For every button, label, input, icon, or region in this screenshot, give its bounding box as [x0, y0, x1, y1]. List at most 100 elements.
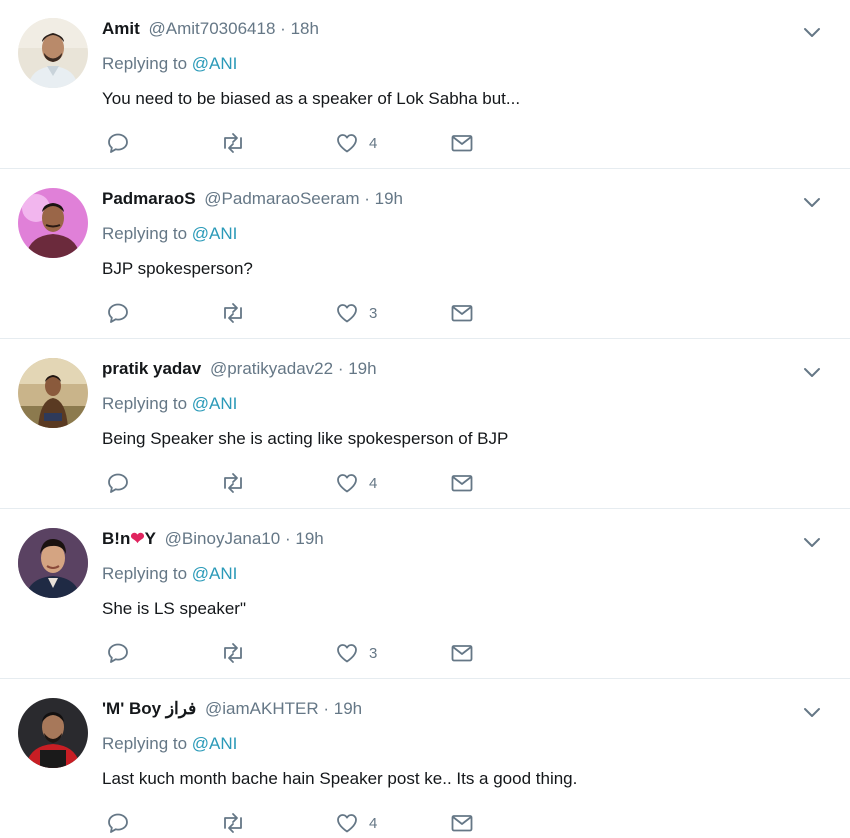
tweet-actions: 4	[0, 130, 850, 158]
separator-dot: ·	[364, 189, 370, 208]
tweet[interactable]: 'M' Boy فراز @iamAKHTER · 19h Replying t…	[0, 680, 850, 836]
retweet-button[interactable]	[219, 130, 247, 156]
retweet-button[interactable]	[219, 810, 247, 836]
replying-to-label: Replying to	[102, 734, 188, 753]
replying-to-label: Replying to	[102, 564, 188, 583]
retweet-icon	[224, 643, 242, 663]
tweet-header: B!n❤Y @BinoyJana10 · 19h	[102, 528, 324, 550]
envelope-icon	[451, 475, 473, 492]
reply-button[interactable]	[106, 470, 130, 496]
chevron-down-icon[interactable]	[802, 532, 822, 552]
tweet-text: She is LS speaker"	[102, 599, 247, 618]
chevron-down-icon[interactable]	[802, 22, 822, 42]
retweet-icon	[224, 133, 242, 153]
timestamp[interactable]: 19h	[334, 699, 362, 718]
like-count: 3	[369, 304, 378, 322]
tweet-header: 'M' Boy فراز @iamAKHTER · 19h	[102, 698, 362, 720]
replying-to-label: Replying to	[102, 394, 188, 413]
chevron-down-icon[interactable]	[802, 192, 822, 212]
avatar[interactable]	[18, 188, 88, 258]
like-count: 4	[369, 134, 378, 152]
like-button[interactable]: 3	[335, 300, 377, 326]
user-handle[interactable]: @BinoyJana10	[165, 529, 281, 548]
display-name-suffix: Y	[144, 529, 156, 548]
user-handle[interactable]: @PadmaraoSeeram	[204, 189, 359, 208]
timestamp[interactable]: 19h	[375, 189, 403, 208]
mention-link[interactable]: @ANI	[192, 394, 238, 413]
separator-dot: ·	[280, 19, 286, 38]
reply-icon	[108, 813, 128, 833]
reply-button[interactable]	[106, 300, 130, 326]
tweet-text: Last kuch month bache hain Speaker post …	[102, 769, 578, 788]
like-button[interactable]: 4	[335, 130, 377, 156]
chevron-down-icon[interactable]	[802, 702, 822, 722]
mention-link[interactable]: @ANI	[192, 224, 238, 243]
display-name[interactable]: pratik yadav	[102, 359, 201, 378]
display-name[interactable]: B!n❤Y	[102, 529, 156, 548]
retweet-icon	[224, 473, 242, 493]
direct-message-button[interactable]	[450, 130, 474, 156]
avatar[interactable]	[18, 18, 88, 88]
display-name[interactable]: PadmaraoS	[102, 189, 196, 208]
retweet-button[interactable]	[219, 470, 247, 496]
tweet[interactable]: PadmaraoS @PadmaraoSeeram · 19h Replying…	[0, 170, 850, 339]
replying-to: Replying to @ANI	[102, 53, 237, 75]
mention-link[interactable]: @ANI	[192, 54, 238, 73]
direct-message-button[interactable]	[450, 640, 474, 666]
tweet-header: Amit @Amit70306418 · 18h	[102, 18, 319, 40]
reply-icon	[108, 303, 128, 323]
like-count: 4	[369, 814, 378, 832]
user-handle[interactable]: @iamAKHTER	[205, 699, 319, 718]
reply-button[interactable]	[106, 810, 130, 836]
heart-icon	[337, 134, 357, 153]
timestamp[interactable]: 19h	[295, 529, 323, 548]
retweet-icon	[224, 303, 242, 323]
reply-button[interactable]	[106, 130, 130, 156]
tweet-header: pratik yadav @pratikyadav22 · 19h	[102, 358, 377, 380]
retweet-button[interactable]	[219, 300, 247, 326]
tweet-actions: 3	[0, 640, 850, 668]
user-handle[interactable]: @pratikyadav22	[210, 359, 333, 378]
tweet[interactable]: Amit @Amit70306418 · 18h Replying to @AN…	[0, 0, 850, 169]
like-button[interactable]: 4	[335, 470, 377, 496]
timestamp[interactable]: 19h	[348, 359, 376, 378]
tweet[interactable]: pratik yadav @pratikyadav22 · 19h Replyi…	[0, 340, 850, 509]
replying-to: Replying to @ANI	[102, 393, 237, 415]
replying-to-label: Replying to	[102, 54, 188, 73]
tweet-actions: 4	[0, 470, 850, 498]
avatar[interactable]	[18, 528, 88, 598]
display-name[interactable]: Amit	[102, 19, 140, 38]
tweet-text: BJP spokesperson?	[102, 259, 253, 278]
retweet-icon	[224, 813, 242, 833]
like-button[interactable]: 4	[335, 810, 377, 836]
heart-icon	[337, 474, 357, 493]
display-name[interactable]: 'M' Boy فراز	[102, 699, 196, 718]
heart-icon	[337, 644, 357, 663]
direct-message-button[interactable]	[450, 470, 474, 496]
replies-feed: Amit @Amit70306418 · 18h Replying to @AN…	[0, 0, 850, 836]
direct-message-button[interactable]	[450, 810, 474, 836]
tweet-actions: 3	[0, 300, 850, 328]
timestamp[interactable]: 18h	[291, 19, 319, 38]
retweet-button[interactable]	[219, 640, 247, 666]
reply-icon	[108, 473, 128, 493]
display-name-prefix: B!n	[102, 529, 131, 548]
chevron-down-icon[interactable]	[802, 362, 822, 382]
avatar[interactable]	[18, 358, 88, 428]
like-button[interactable]: 3	[335, 640, 377, 666]
reply-icon	[108, 643, 128, 663]
tweet[interactable]: B!n❤Y @BinoyJana10 · 19h Replying to @AN…	[0, 510, 850, 679]
mention-link[interactable]: @ANI	[192, 564, 238, 583]
avatar[interactable]	[18, 698, 88, 768]
reply-button[interactable]	[106, 640, 130, 666]
user-handle[interactable]: @Amit70306418	[149, 19, 276, 38]
envelope-icon	[451, 815, 473, 832]
tweet-text: Being Speaker she is acting like spokesp…	[102, 429, 509, 448]
replying-to: Replying to @ANI	[102, 733, 237, 755]
heart-icon	[337, 304, 357, 323]
heart-emoji-icon: ❤	[130, 529, 145, 548]
direct-message-button[interactable]	[450, 300, 474, 326]
mention-link[interactable]: @ANI	[192, 734, 238, 753]
tweet-header: PadmaraoS @PadmaraoSeeram · 19h	[102, 188, 403, 210]
envelope-icon	[451, 305, 473, 322]
